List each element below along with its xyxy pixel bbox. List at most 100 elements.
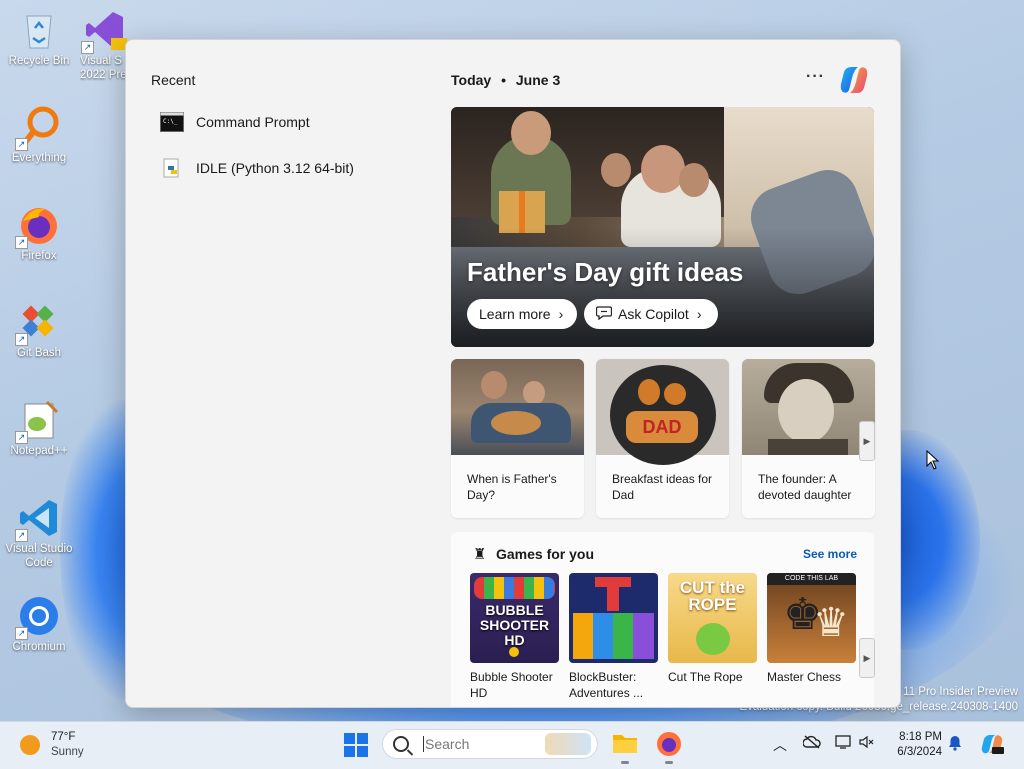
hero-figure: [641, 145, 685, 193]
shortcut-arrow-icon: ↗: [15, 431, 28, 444]
taskbar-search-box[interactable]: Search: [382, 729, 598, 759]
desktop-icon-git-bash[interactable]: ↗ Git Bash: [1, 300, 77, 360]
hero-figure: [601, 153, 631, 187]
running-indicator: [665, 761, 673, 764]
desktop-icon-recycle-bin[interactable]: Recycle Bin: [1, 8, 77, 68]
card-caption: Breakfast ideas for Dad: [612, 472, 713, 502]
card-image: [451, 359, 584, 455]
ask-copilot-label: Ask Copilot: [618, 306, 689, 322]
ask-copilot-button[interactable]: Ask Copilot ›: [584, 299, 718, 329]
network-icon[interactable]: [835, 735, 853, 752]
card-image: DAD: [596, 359, 729, 465]
taskbar-file-explorer[interactable]: [611, 730, 639, 764]
everything-icon: ↗: [15, 105, 61, 151]
game-tile-master-chess[interactable]: CODE THIS LAB ♚ ♛ Master Chess: [767, 573, 857, 685]
watermark-line1: 11 Pro Insider Preview: [903, 686, 1018, 698]
svg-text:C:\_: C:\_: [163, 118, 178, 125]
desktop-icon-everything[interactable]: ↗ Everything: [1, 105, 77, 165]
windows-logo-icon: [344, 746, 355, 757]
taskbar: 77°F Sunny Search ︿ 8:18 PM 6/3/2024: [0, 721, 1024, 769]
game-art: [569, 573, 658, 663]
news-card-breakfast[interactable]: DAD Breakfast ideas for Dad: [596, 359, 729, 518]
start-menu: Recent C:\_ Command Prompt IDLE (Python …: [125, 39, 901, 708]
game-tile-cut-the-rope[interactable]: CUT the ROPE Cut The Rope: [668, 573, 758, 685]
desktop-icon-label: Visual S 2022 Pre: [80, 55, 127, 81]
desktop-icon-label: Chromium: [12, 641, 66, 653]
copilot-icon[interactable]: [838, 64, 870, 96]
more-options-button[interactable]: ···: [806, 68, 825, 86]
mouse-cursor-icon: [926, 449, 940, 475]
chromium-icon: ↗: [15, 594, 61, 640]
game-name: Bubble Shooter HD: [470, 670, 553, 700]
cards-scroll-right-button[interactable]: ▶: [859, 421, 875, 461]
card-image: [742, 359, 875, 455]
desktop-icon-label: Visual Studio Code: [5, 543, 73, 569]
shortcut-arrow-icon: ↗: [15, 333, 28, 346]
games-scroll-right-button[interactable]: ▶: [859, 638, 875, 678]
chevron-right-icon: ›: [558, 306, 564, 322]
game-name: Master Chess: [767, 670, 842, 684]
shortcut-arrow-icon: ↗: [15, 529, 28, 542]
command-prompt-icon: C:\_: [160, 112, 184, 132]
desktop-icon-vscode[interactable]: ↗ Visual Studio Code: [1, 496, 77, 570]
windows-logo-icon: [344, 733, 355, 744]
game-name: BlockBuster: Adventures ...: [569, 670, 644, 700]
news-card-founder[interactable]: The founder: A devoted daughter: [742, 359, 875, 518]
running-indicator: [621, 761, 629, 764]
desktop-icon-notepad-plus-plus[interactable]: ↗ Notepad++: [1, 398, 77, 458]
desktop-icon-chromium[interactable]: ↗ Chromium: [1, 594, 77, 654]
desktop-icon-label: Everything: [11, 152, 67, 164]
recent-item-command-prompt[interactable]: C:\_ Command Prompt: [160, 107, 310, 137]
start-button[interactable]: [344, 733, 368, 757]
volume-muted-icon[interactable]: [859, 735, 875, 752]
desktop-icon-label: Recycle Bin: [8, 55, 70, 67]
clock-time: 8:18 PM: [899, 731, 942, 743]
see-more-link[interactable]: See more: [803, 547, 857, 561]
notepad-plus-plus-icon: ↗: [15, 398, 61, 444]
windows-logo-icon: [357, 733, 368, 744]
taskbar-firefox[interactable]: [655, 730, 683, 764]
today-separator: •: [501, 72, 506, 88]
recent-item-label: Command Prompt: [196, 114, 310, 130]
weather-widget[interactable]: 77°F Sunny: [20, 730, 84, 760]
game-art-text: CUT the ROPE: [679, 578, 746, 614]
python-idle-icon: [160, 158, 184, 178]
weather-temp: 77°F: [51, 731, 76, 743]
notification-bell-icon[interactable]: [948, 735, 962, 754]
copilot-preview-icon[interactable]: [980, 733, 1004, 758]
game-tile-bubble-shooter[interactable]: BUBBLE SHOOTER HD Bubble Shooter HD: [470, 573, 560, 701]
search-placeholder: Search: [423, 736, 470, 752]
today-header: Today • June 3: [451, 72, 560, 88]
git-bash-icon: ↗: [15, 300, 61, 346]
onedrive-icon[interactable]: [802, 735, 821, 752]
weather-desc: Sunny: [51, 746, 84, 758]
desktop-icon-firefox[interactable]: ↗ Firefox: [1, 203, 77, 263]
shortcut-arrow-icon: ↗: [15, 236, 28, 249]
chess-piece-icon: ♜: [473, 546, 487, 563]
card-caption: When is Father's Day?: [467, 472, 557, 502]
chevron-right-icon: ›: [696, 306, 702, 322]
recent-item-idle-python[interactable]: IDLE (Python 3.12 64-bit): [160, 153, 354, 183]
chevron-up-icon[interactable]: ︿: [773, 735, 787, 755]
card-caption: The founder: A devoted daughter: [758, 472, 852, 502]
desktop-icon-label: Firefox: [21, 250, 57, 262]
recycle-bin-icon: [17, 8, 61, 52]
learn-more-button[interactable]: Learn more ›: [467, 299, 577, 329]
learn-more-label: Learn more: [479, 306, 551, 322]
game-name: Cut The Rope: [668, 670, 743, 684]
shortcut-arrow-icon: ↗: [15, 138, 28, 151]
desktop-icon-label: Notepad++: [10, 445, 68, 457]
news-card-fathers-day-date[interactable]: When is Father's Day?: [451, 359, 584, 518]
clock[interactable]: 8:18 PM 6/3/2024: [880, 730, 942, 760]
game-tile-blockbuster[interactable]: BlockBuster: Adventures ...: [569, 573, 659, 701]
game-art: CUT the ROPE: [668, 573, 757, 663]
games-title: Games for you: [496, 546, 595, 562]
search-icon: [393, 736, 409, 752]
desktop-icon-visual-studio[interactable]: ↗ Visual S 2022 Pre: [80, 8, 130, 82]
games-section: ♜ Games for you See more BUBBLE SHOOTER …: [451, 532, 875, 707]
game-art: BUBBLE SHOOTER HD: [470, 573, 559, 663]
hero-card[interactable]: Father's Day gift ideas Learn more › Ask…: [451, 107, 874, 347]
today-date: June 3: [515, 72, 561, 88]
shortcut-arrow-icon: ↗: [15, 627, 28, 640]
chat-bubble-icon: [595, 305, 613, 323]
